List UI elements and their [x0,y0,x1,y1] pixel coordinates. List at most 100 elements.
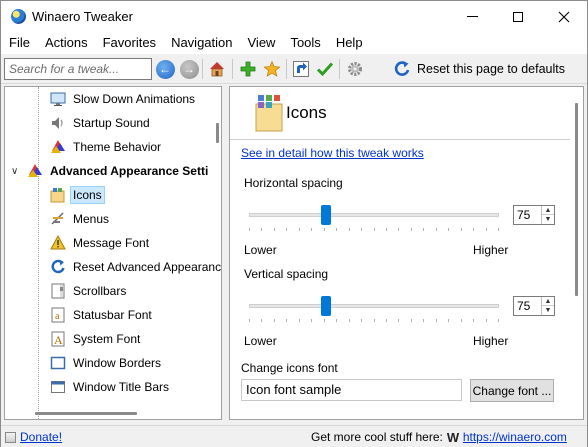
donate-link[interactable]: Donate! [20,430,62,444]
favorites-button[interactable] [262,59,282,79]
slider-tick [311,228,312,231]
monitor-icon [50,92,66,106]
tree-item-label: Reset Advanced Appearanc [73,260,222,274]
spin-up-icon[interactable]: ▲ [542,206,554,215]
slider-tick [299,319,300,322]
slider-tick [398,228,399,231]
donate-icon [5,431,16,443]
donate-link-group[interactable]: Donate! [5,430,62,444]
add-favorite-button[interactable] [238,59,258,79]
vertical-spacing-slider-track[interactable] [249,304,499,308]
forward-button[interactable]: → [179,59,199,79]
tree-item-label: System Font [73,332,141,346]
maximize-button[interactable] [495,1,541,32]
status-bar: Donate! Get more cool stuff here: W http… [1,425,587,447]
spin-down-icon[interactable]: ▼ [542,215,554,224]
slider-tick [498,228,499,231]
tree-group-advanced-appearance[interactable]: ∨ Advanced Appearance Setti [11,160,208,182]
slider-tick [361,228,362,231]
chevron-down-icon[interactable]: ∨ [11,166,20,176]
slider-tick [411,228,412,231]
search-input[interactable] [4,58,152,80]
horizontal-spacing-slider-track[interactable] [249,213,499,217]
slider-tick [349,319,350,322]
menu-tools[interactable]: Tools [283,32,327,54]
change-font-button[interactable]: Change font ... [470,379,554,402]
minimize-button[interactable] [449,1,495,32]
tree-item-window-title-bars[interactable]: Window Title Bars [50,376,169,398]
settings-button[interactable] [345,59,365,79]
spin-up-icon[interactable]: ▲ [542,297,554,306]
tree-item-window-borders[interactable]: Window Borders [50,352,161,374]
close-button[interactable] [541,1,587,32]
toolbar: ← → [1,54,587,84]
tweak-tree[interactable]: Slow Down Animations Startup Sound Theme… [4,86,222,420]
slider-tick [498,319,499,322]
slider-tick [398,319,399,322]
content-vertical-scrollbar[interactable] [575,103,578,296]
tree-item-scrollbars[interactable]: Scrollbars [50,280,126,302]
spin-down-icon[interactable]: ▼ [542,306,554,315]
tree-vertical-scrollbar[interactable] [216,123,219,143]
horizontal-higher-label: Higher [473,243,509,257]
vertical-spacing-spinbox[interactable]: 75 ▲ ▼ [513,296,555,316]
reset-page-label: Reset this page to defaults [417,62,566,76]
vertical-spacing-slider-thumb[interactable] [321,296,331,316]
tree-item[interactable]: Startup Sound [50,112,150,134]
plus-icon [240,61,256,77]
slider-tick [286,319,287,322]
shortcut-button[interactable] [291,59,311,79]
tree-item-label: Message Font [73,236,150,250]
tree-item[interactable]: Theme Behavior [50,136,161,158]
winaero-logo-icon: W [446,429,460,445]
slider-tick [411,319,412,322]
slider-tick [336,228,337,231]
app-logo-icon [11,9,26,24]
menu-navigation[interactable]: Navigation [164,32,239,54]
change-icons-font-label: Change icons font [241,361,338,375]
horizontal-spacing-slider-thumb[interactable] [321,205,331,225]
tree-item-menus[interactable]: Menus [50,208,109,230]
menu-icon [51,212,64,225]
tree-item-icons[interactable]: Icons [50,184,105,206]
arrow-left-icon: ← [155,59,175,79]
slider-tick [461,228,462,231]
tree-item-statusbar-font[interactable]: a Statusbar Font [50,304,152,326]
vertical-higher-label: Higher [473,334,509,348]
menu-view[interactable]: View [241,32,283,54]
site-link[interactable]: https://winaero.com [463,430,567,444]
vertical-lower-label: Lower [244,334,277,348]
tree-horizontal-scrollbar[interactable] [35,412,137,415]
spin-buttons: ▲ ▼ [541,206,554,224]
home-button[interactable] [207,59,227,79]
tree-item-label: Slow Down Animations [73,92,196,106]
horizontal-spacing-ticks [249,228,499,231]
menu-help[interactable]: Help [329,32,370,54]
tree-item-system-font[interactable]: A System Font [50,328,140,350]
slider-tick [436,228,437,231]
slider-tick [324,228,325,231]
tree-item-reset-advanced[interactable]: Reset Advanced Appearanc [50,256,221,278]
slider-tick [324,319,325,322]
menu-file[interactable]: File [2,32,37,54]
maximize-icon [513,11,523,22]
slider-tick [374,319,375,322]
menu-favorites[interactable]: Favorites [96,32,163,54]
slider-tick [473,228,474,231]
reset-page-button[interactable]: Reset this page to defaults [393,59,565,79]
star-icon [263,60,281,77]
slider-tick [286,228,287,231]
window-borders-icon [50,356,66,370]
tree-item-label: Icons [70,186,105,204]
detail-link[interactable]: See in detail how this tweak works [241,146,424,160]
back-button[interactable]: ← [155,59,175,79]
title-bar[interactable]: Winaero Tweaker [1,1,587,32]
toolbar-separator [232,59,233,79]
apply-button[interactable] [315,59,335,79]
tree-item-message-font[interactable]: Message Font [50,232,149,254]
horizontal-spacing-spinbox[interactable]: 75 ▲ ▼ [513,205,555,225]
slider-tick [311,319,312,322]
slider-tick [423,228,424,231]
menu-actions[interactable]: Actions [38,32,95,54]
tree-item[interactable]: Slow Down Animations [50,88,195,110]
